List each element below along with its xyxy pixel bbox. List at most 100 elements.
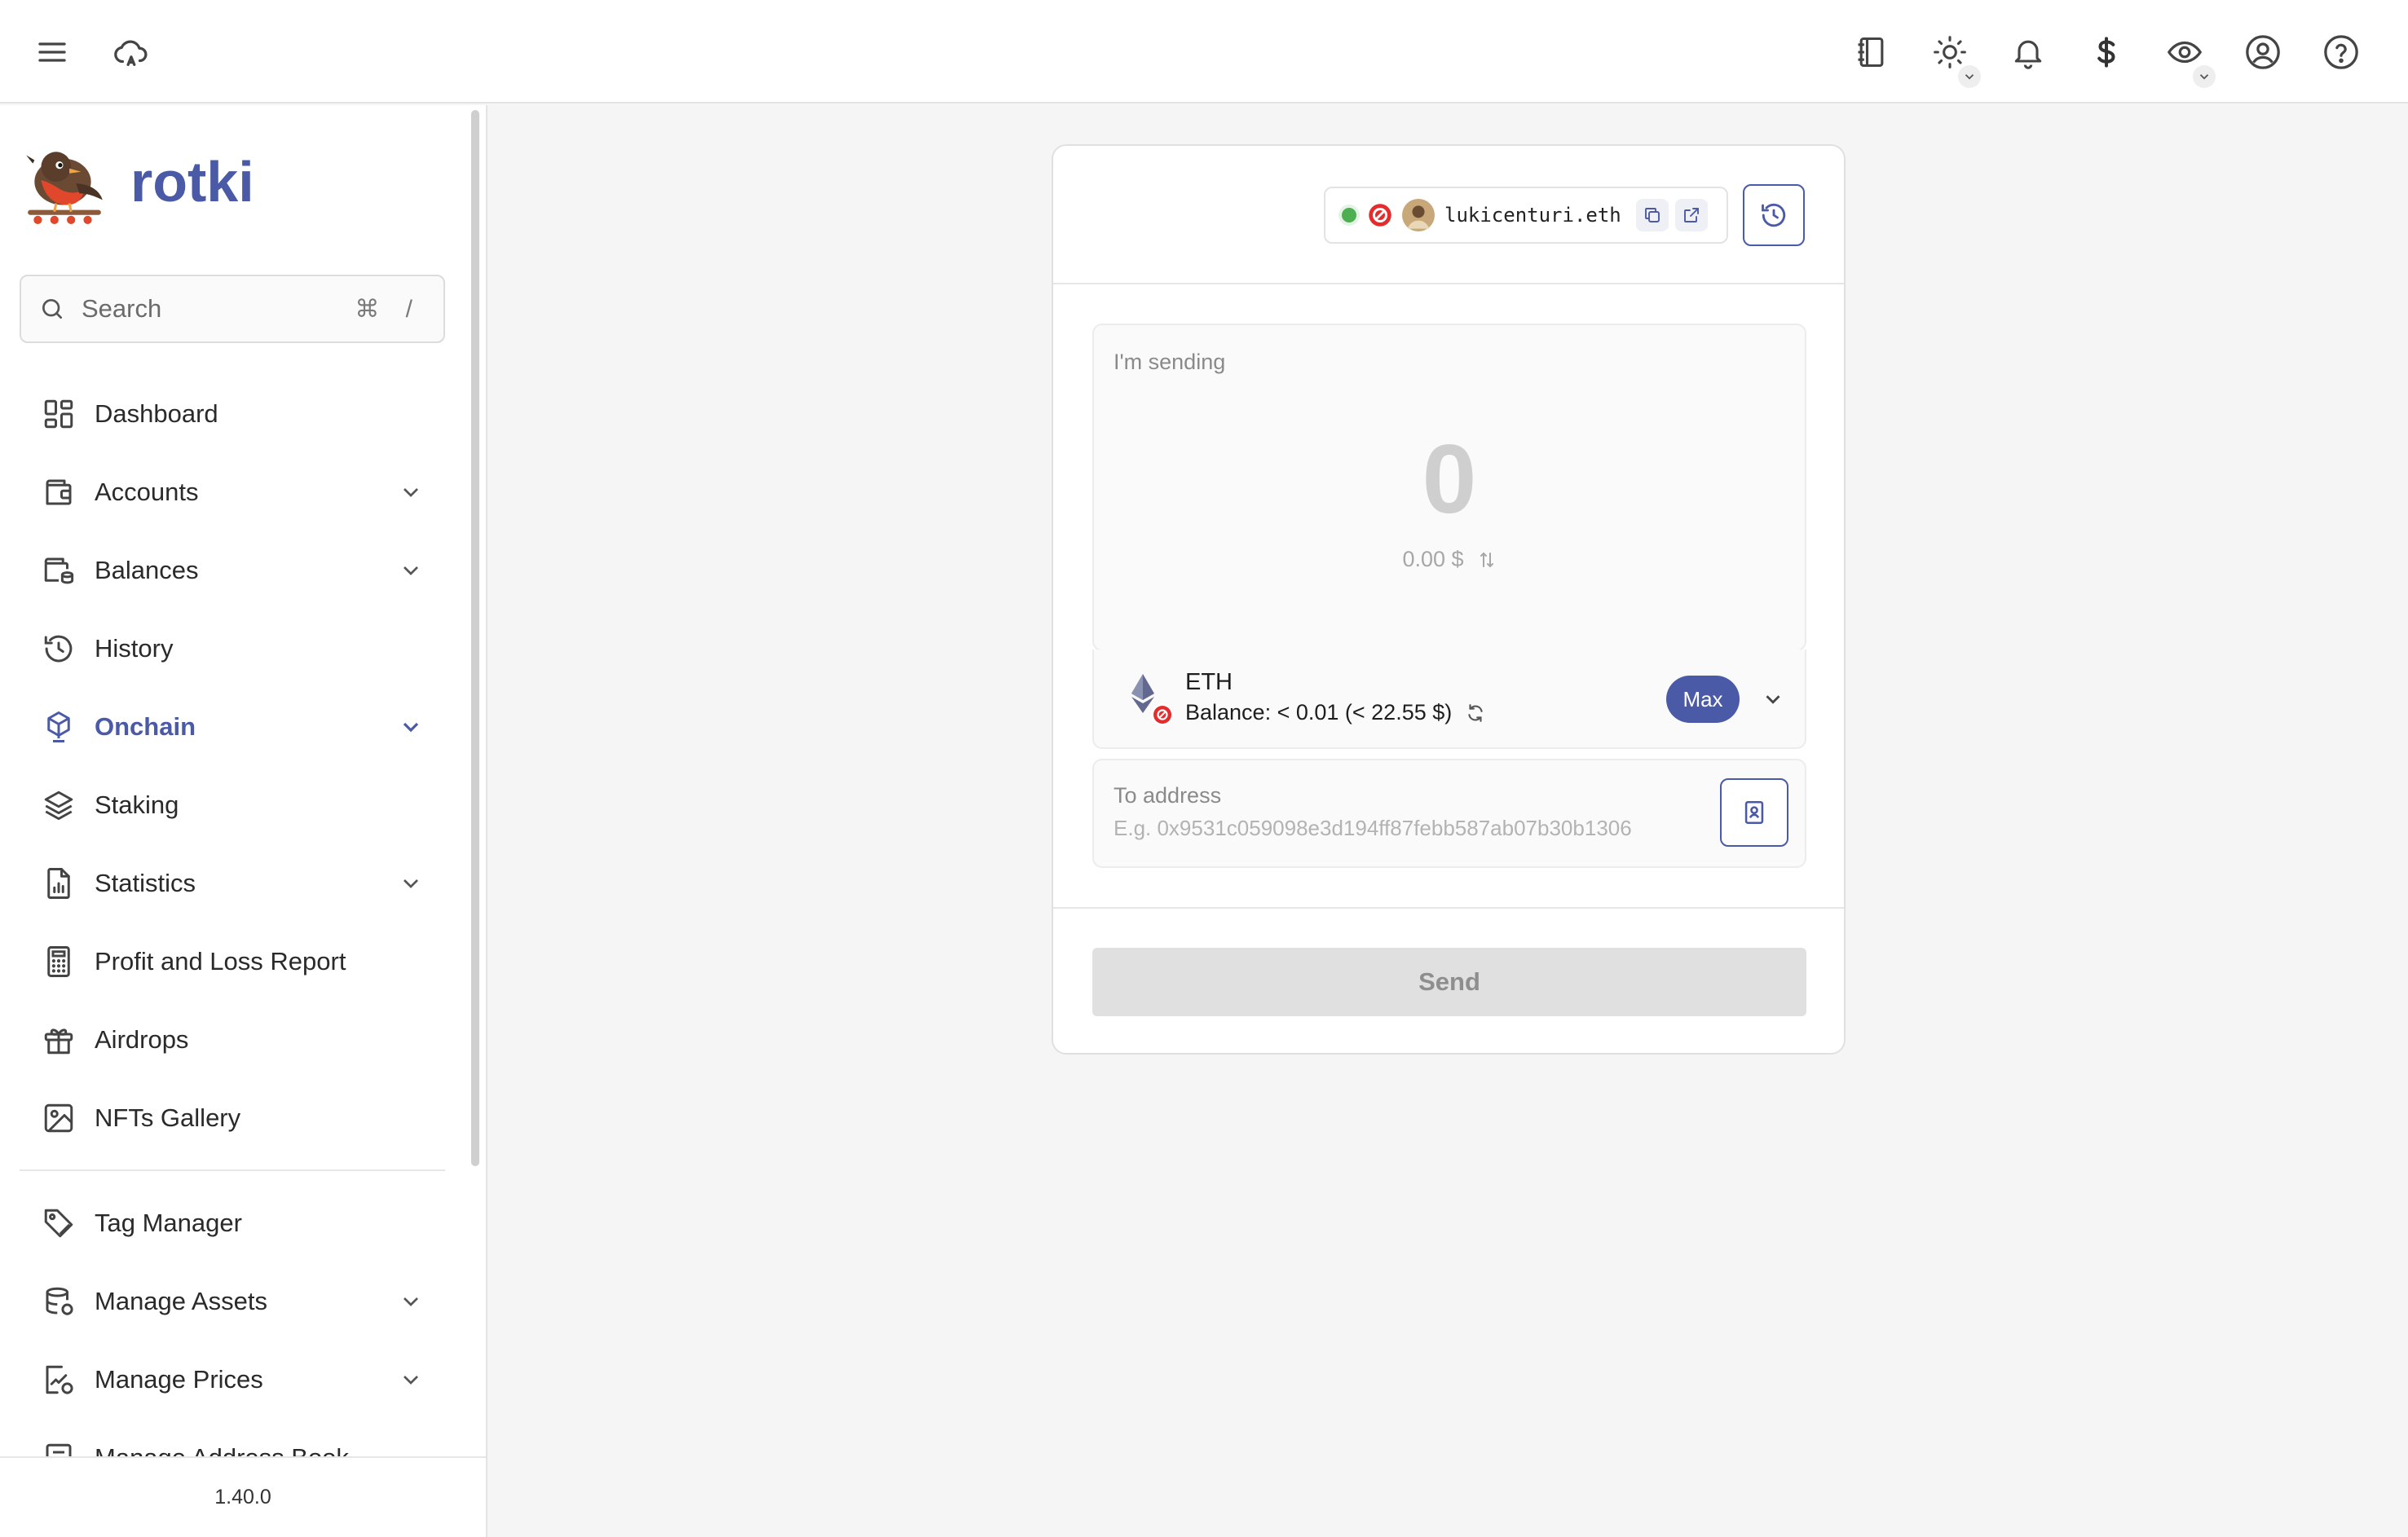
chevron-down-icon <box>404 488 418 497</box>
privacy-menu-chevron[interactable] <box>2193 65 2216 88</box>
help-button[interactable] <box>2312 23 2371 81</box>
chevron-down-icon[interactable] <box>1761 687 1785 711</box>
sidebar-scrollbar[interactable] <box>471 110 479 1166</box>
asset-selector[interactable]: ETH Balance: < 0.01 (< 22.55 $) Max <box>1092 650 1806 749</box>
prices-icon <box>37 1363 80 1397</box>
open-explorer-button[interactable] <box>1674 199 1708 231</box>
contact-book-icon <box>1744 800 1764 825</box>
chevron-down-icon <box>404 1376 418 1385</box>
sidebar-item-label: Onchain <box>95 712 196 741</box>
sidebar-item-label: History <box>95 634 174 663</box>
transaction-history-button[interactable] <box>1743 184 1805 246</box>
to-address-input[interactable]: E.g. 0x9531c059098e3d194ff87febb587ab07b… <box>1114 816 1632 841</box>
history-icon <box>37 632 80 666</box>
theme-button[interactable] <box>1921 23 1981 88</box>
image-icon <box>37 1101 80 1135</box>
sidebar-item-accounts[interactable]: Accounts <box>20 458 445 526</box>
tag-icon <box>37 1206 80 1240</box>
notes-icon <box>1858 37 1884 68</box>
chevron-down-icon <box>404 1297 418 1306</box>
account-name: lukicenturi.eth <box>1444 204 1621 227</box>
sidebar-item-label: Tag Manager <box>95 1209 242 1237</box>
notes-button[interactable] <box>1842 23 1901 81</box>
external-link-icon <box>1683 208 1699 222</box>
sidebar-item-staking[interactable]: Staking <box>20 771 445 839</box>
sidebar-item-label: NFTs Gallery <box>95 1103 241 1132</box>
history-icon <box>1762 203 1786 227</box>
rotki-logo-icon <box>26 152 103 224</box>
account-button[interactable] <box>2234 23 2292 81</box>
privacy-button[interactable] <box>2155 23 2216 88</box>
to-address-field[interactable]: To address E.g. 0x9531c059098e3d194ff87f… <box>1092 759 1806 868</box>
account-icon <box>2246 35 2280 69</box>
sidebar-item-label: Manage Address Book <box>95 1443 349 1456</box>
max-button[interactable]: Max <box>1666 676 1740 723</box>
sidebar-item-manage-assets[interactable]: Manage Assets <box>20 1267 445 1336</box>
gift-icon <box>37 1023 80 1057</box>
chevron-down-icon <box>404 566 418 575</box>
theme-sun-icon <box>1934 36 1966 68</box>
help-icon <box>2324 35 2358 69</box>
chevron-down-icon <box>404 879 418 888</box>
calculator-icon <box>37 945 80 979</box>
sidebar-item-airdrops[interactable]: Airdrops <box>20 1006 445 1074</box>
sidebar-item-profit-and-loss-report[interactable]: Profit and Loss Report <box>20 927 445 996</box>
card-footer-divider <box>1053 907 1844 909</box>
refresh-icon[interactable] <box>1465 702 1486 724</box>
sidebar-item-statistics[interactable]: Statistics <box>20 849 445 918</box>
send-card: lukicenturi.eth I'm sending 0 0.00 $ ETH… <box>1052 144 1846 1055</box>
sidebar-item-manage-prices[interactable]: Manage Prices <box>20 1345 445 1414</box>
sidebar-item-nfts-gallery[interactable]: NFTs Gallery <box>20 1084 445 1152</box>
sidebar-item-onchain[interactable]: Onchain <box>20 693 445 761</box>
sidebar-item-label: Statistics <box>95 869 196 897</box>
to-address-label: To address <box>1114 783 1222 808</box>
avatar <box>1402 199 1435 231</box>
brand-name: rotki <box>130 150 254 214</box>
address-book-icon <box>37 1441 80 1456</box>
brand[interactable]: rotki <box>23 138 254 226</box>
notifications-button[interactable] <box>1999 23 2057 81</box>
sidebar-item-history[interactable]: History <box>20 614 445 683</box>
bell-icon <box>2014 40 2042 69</box>
layers-icon <box>37 788 80 822</box>
asset-symbol: ETH <box>1185 669 1233 695</box>
address-book-button[interactable] <box>1720 778 1788 847</box>
sidebar-item-label: Airdrops <box>95 1025 189 1054</box>
chain-badge-icon <box>1369 204 1391 227</box>
cloud-sync-button[interactable] <box>101 23 160 81</box>
search-shortcut: ⌘ / <box>355 295 422 323</box>
amount-input[interactable]: 0 <box>1094 423 1805 535</box>
sidebar-item-tag-manager[interactable]: Tag Manager <box>20 1189 445 1257</box>
sidebar-item-dashboard[interactable]: Dashboard <box>20 380 445 448</box>
send-button[interactable]: Send <box>1092 948 1806 1016</box>
asset-balance-text: Balance: < 0.01 (< 22.55 $) <box>1185 700 1453 724</box>
onchain-cube-icon <box>37 710 80 744</box>
statistics-icon <box>37 866 80 901</box>
card-header: lukicenturi.eth <box>1053 146 1844 284</box>
sidebar-scroll-area: rotki Search ⌘ / Dashboard Accounts Bala… <box>0 105 486 1456</box>
copy-address-button[interactable] <box>1635 199 1669 231</box>
fiat-value-text: 0.00 $ <box>1402 547 1464 571</box>
currency-button[interactable] <box>2077 23 2136 81</box>
privacy-eye-icon <box>2167 41 2203 64</box>
amount-panel: I'm sending 0 0.00 $ <box>1092 324 1806 651</box>
currency-dollar-icon <box>2097 37 2115 68</box>
connection-status-dot <box>1342 208 1356 222</box>
copy-icon <box>1644 208 1660 222</box>
sidebar-item-label: Balances <box>95 556 199 584</box>
sidebar-item-manage-address-book[interactable]: Manage Address Book <box>20 1424 445 1456</box>
sidebar-item-label: Manage Prices <box>95 1365 263 1394</box>
search-icon <box>42 299 62 319</box>
sidebar-search[interactable]: Search ⌘ / <box>20 275 445 343</box>
app-version: 1.40.0 <box>0 1456 486 1537</box>
menu-button[interactable] <box>23 23 82 81</box>
connected-account-chip[interactable]: lukicenturi.eth <box>1324 187 1728 244</box>
sidebar-item-balances[interactable]: Balances <box>20 536 445 605</box>
cloud-sync-icon <box>114 40 148 66</box>
fiat-value[interactable]: 0.00 $ <box>1094 547 1805 572</box>
eth-asset-icon <box>1131 674 1174 726</box>
chevron-down-icon <box>2199 74 2209 80</box>
search-placeholder: Search <box>82 294 162 323</box>
theme-menu-chevron[interactable] <box>1958 65 1981 88</box>
balances-icon <box>37 553 80 588</box>
